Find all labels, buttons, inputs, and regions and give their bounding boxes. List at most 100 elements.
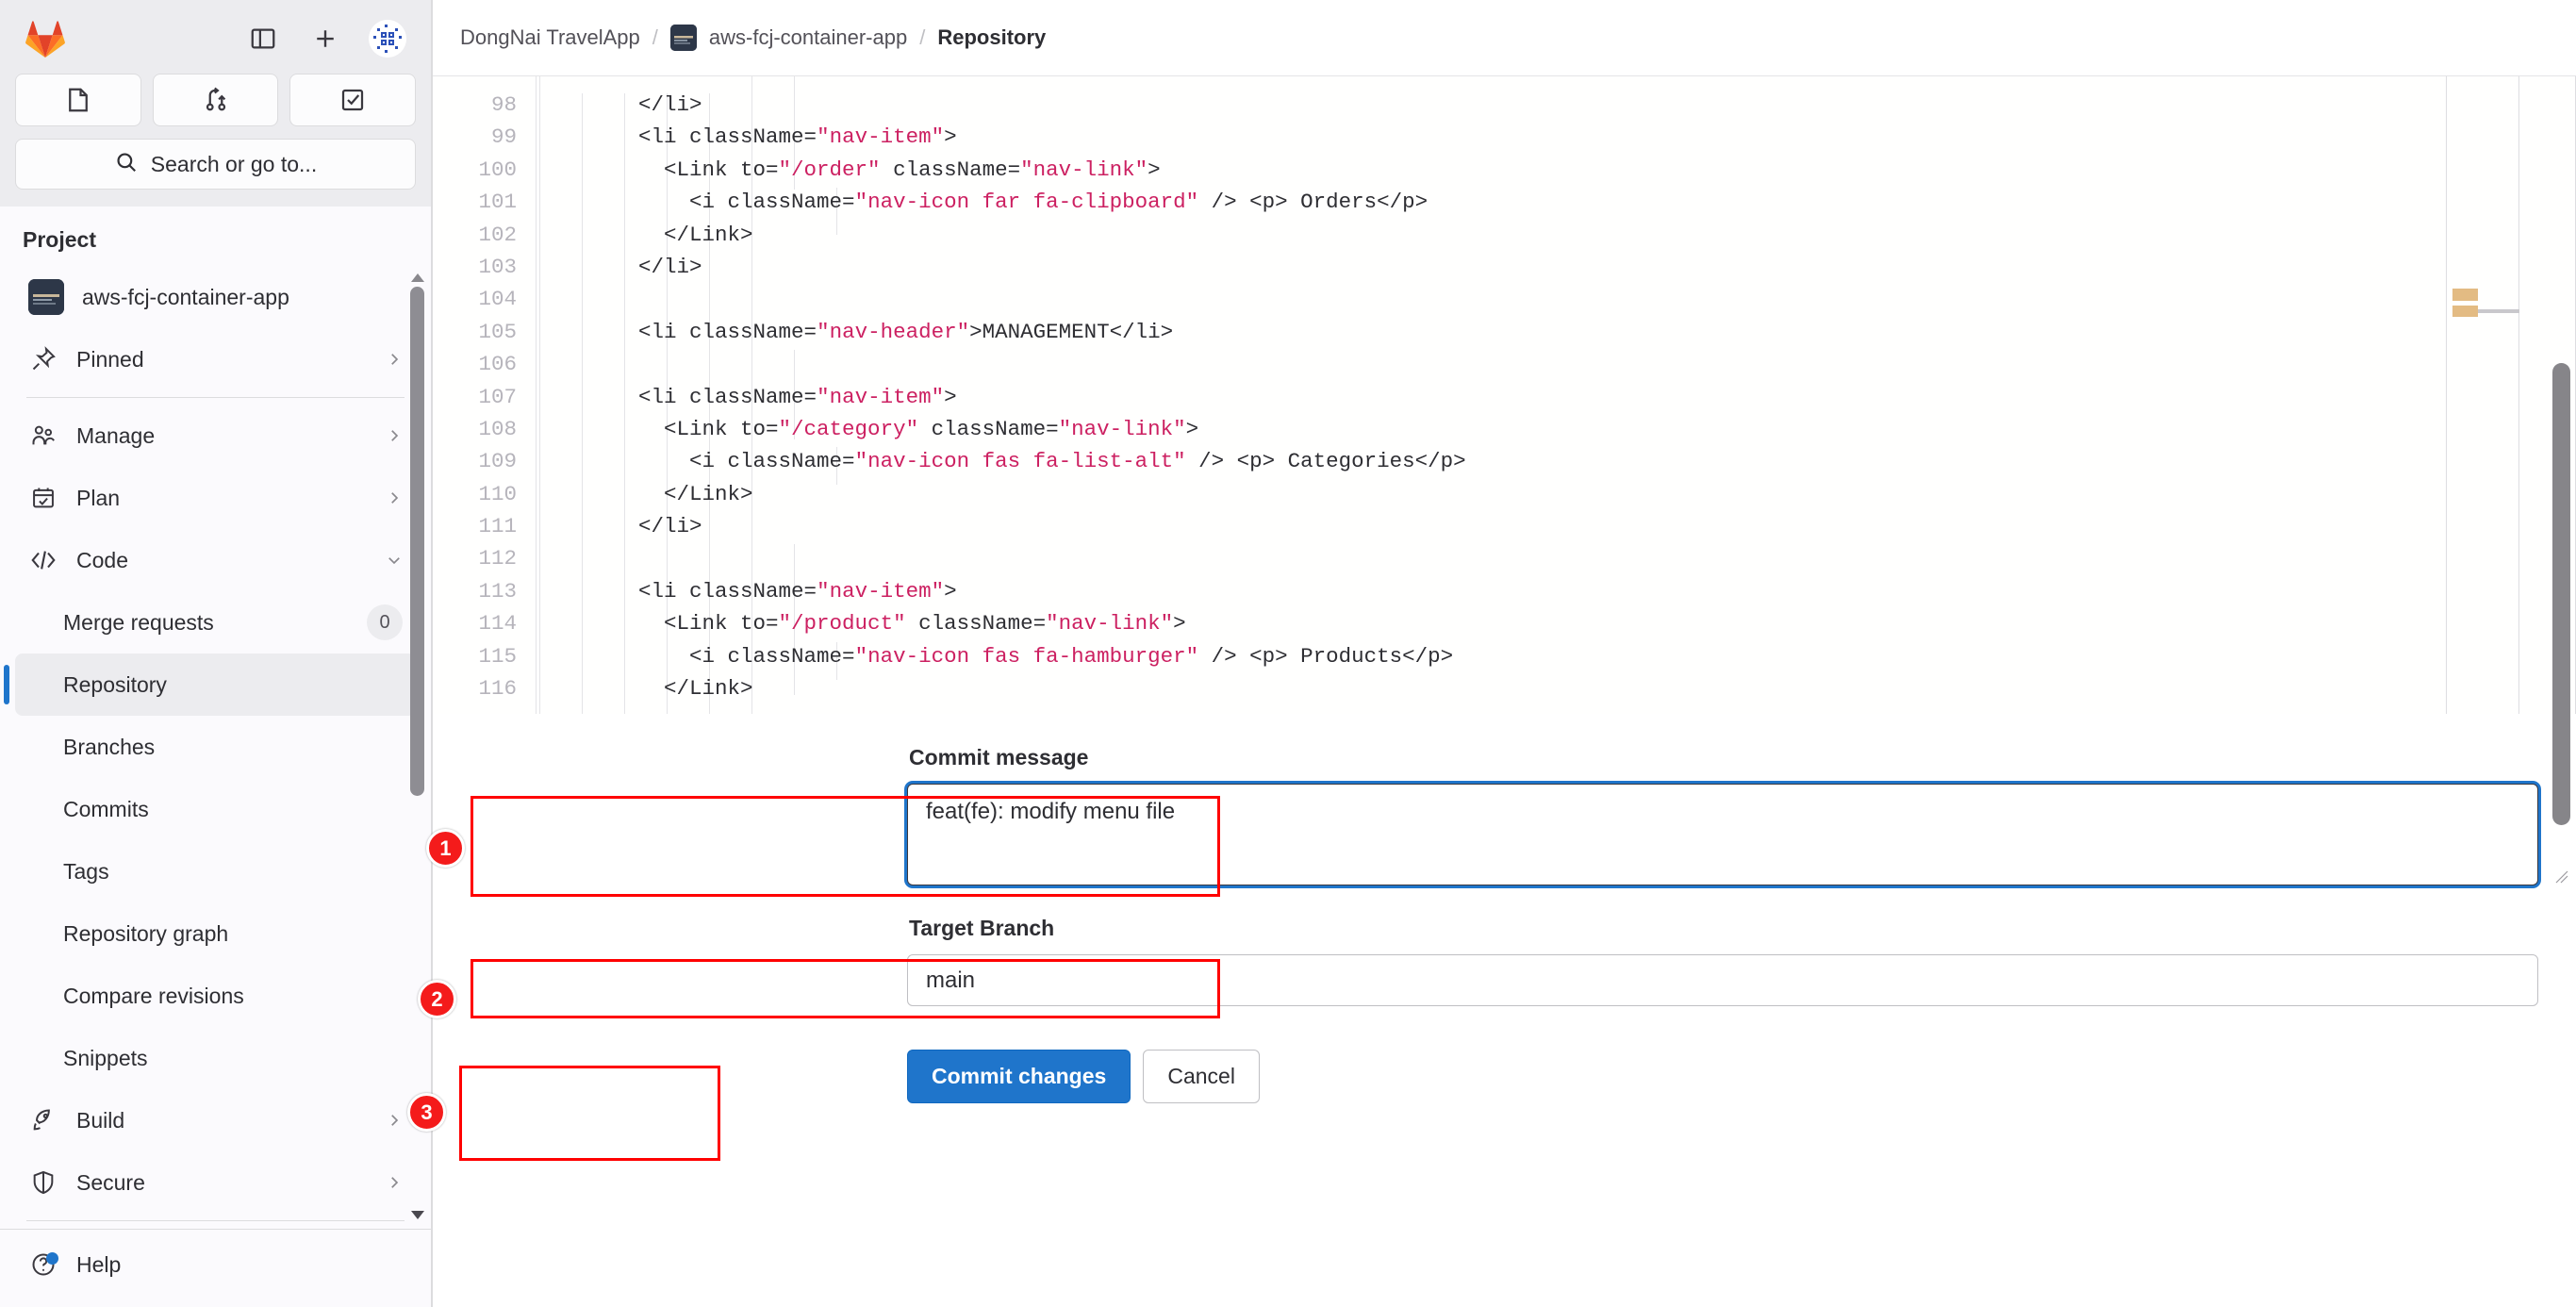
sidebar-item-label: Branches <box>63 734 156 759</box>
calendar-check-icon <box>28 483 58 513</box>
search-input[interactable]: Search or go to... <box>15 139 416 190</box>
issues-icon[interactable] <box>15 74 141 126</box>
sidebar-item-manage[interactable]: Manage <box>15 405 416 467</box>
project-avatar <box>28 279 64 315</box>
sidebar-item-label: Snippets <box>63 1045 148 1070</box>
chevron-right-icon <box>382 1174 403 1191</box>
sidebar-item-pinned[interactable]: Pinned <box>15 328 416 390</box>
line-number: 115 <box>478 643 517 669</box>
sidebar-header-row <box>15 11 416 66</box>
chevron-right-icon <box>382 1112 403 1129</box>
commit-message-textarea[interactable] <box>907 784 2538 885</box>
sidebar-quick-actions <box>15 74 417 126</box>
sidebar-item-snippets[interactable]: Snippets <box>15 1027 416 1089</box>
sidebar-item-label: Build <box>76 1107 125 1133</box>
users-icon <box>28 421 58 451</box>
chevron-right-icon <box>382 489 403 506</box>
sidebar-item-build[interactable]: Build <box>15 1089 416 1151</box>
gitlab-app-window: Search or go to... Project aws-fcj-conta… <box>0 0 2576 1307</box>
code-line: <li className="nav-item"> <box>537 384 957 409</box>
main-content: DongNai TravelApp / aws-fcj-container-ap… <box>433 0 2576 1307</box>
sidebar-item-compare-revisions[interactable]: Compare revisions <box>15 965 416 1027</box>
sidebar-divider <box>26 397 405 398</box>
sidebar-item-deploy[interactable]: Deploy <box>15 1228 416 1229</box>
form-actions: Commit changes Cancel <box>433 1050 2576 1103</box>
code-line: </li> <box>537 92 702 117</box>
breadcrumb-separator: / <box>919 25 926 49</box>
breadcrumb-project-avatar <box>669 25 697 51</box>
cancel-button[interactable]: Cancel <box>1143 1050 1260 1103</box>
sidebar-top-icons <box>244 20 416 58</box>
line-number: 116 <box>478 676 517 702</box>
editor-code-content[interactable]: </li> <li className="nav-item"> <Link to… <box>537 76 2576 714</box>
commit-changes-button[interactable]: Commit changes <box>907 1050 1131 1103</box>
sidebar-item-label: Merge requests <box>63 609 214 635</box>
sidebar-item-merge-requests[interactable]: Merge requests 0 <box>15 591 416 654</box>
sidebar-item-label: Commits <box>63 796 149 821</box>
breadcrumb-project[interactable]: aws-fcj-container-app <box>709 25 907 50</box>
target-branch-input[interactable] <box>907 954 2538 1006</box>
commit-form: Commit message Target Branch Commit chan… <box>433 745 2576 1307</box>
sidebar-item-help[interactable]: Help <box>15 1237 416 1292</box>
code-line: </li> <box>537 514 702 539</box>
plus-icon[interactable] <box>306 20 344 58</box>
line-number: 99 <box>490 124 517 150</box>
scroll-down-arrow-icon[interactable] <box>411 1211 424 1219</box>
line-number: 101 <box>478 190 517 215</box>
line-number: 107 <box>478 384 517 409</box>
sidebar-scrollbar[interactable] <box>410 266 425 1229</box>
sidebar-item-label: Manage <box>76 422 156 448</box>
sidebar-item-branches[interactable]: Branches <box>15 716 416 778</box>
sidebar-item-label: Plan <box>76 485 121 510</box>
shield-icon <box>28 1167 58 1198</box>
sidebar-item-commits[interactable]: Commits <box>15 778 416 840</box>
sidebar-item-tags[interactable]: Tags <box>15 840 416 902</box>
sidebar-item-plan[interactable]: Plan <box>15 467 416 529</box>
pin-icon <box>28 344 58 374</box>
code-line: </Link> <box>537 481 753 506</box>
sidebar-scrollbar-thumb[interactable] <box>410 287 424 796</box>
code-line: </Link> <box>537 222 753 247</box>
textarea-resize-handle[interactable] <box>2555 870 2568 884</box>
line-number: 106 <box>478 352 517 377</box>
line-number: 103 <box>478 254 517 279</box>
sidebar-item-secure[interactable]: Secure <box>15 1151 416 1214</box>
code-line: <Link to="/order" className="nav-link"> <box>537 157 1161 182</box>
sidebar-item-label: Pinned <box>76 346 144 372</box>
help-notification-dot <box>46 1251 58 1265</box>
minimap-marker <box>2452 289 2478 301</box>
sidebar-item-project[interactable]: aws-fcj-container-app <box>15 266 416 328</box>
merge-requests-icon[interactable] <box>152 74 279 126</box>
target-branch-label: Target Branch <box>909 916 1055 940</box>
minimap-marker <box>2452 306 2478 317</box>
annotation-badge-1: 1 <box>426 829 465 868</box>
breadcrumb-group[interactable]: DongNai TravelApp <box>460 25 640 50</box>
gitlab-logo-icon[interactable] <box>25 19 66 58</box>
sidebar-item-repository-graph[interactable]: Repository graph <box>15 902 416 965</box>
chevron-down-icon <box>382 552 403 569</box>
sidebar-item-label: Code <box>76 547 128 572</box>
code-line: <li className="nav-item"> <box>537 124 957 150</box>
breadcrumb: DongNai TravelApp / aws-fcj-container-ap… <box>433 0 2576 75</box>
merge-requests-count-badge: 0 <box>367 604 403 640</box>
code-line: </Link> <box>537 676 753 702</box>
toggle-sidebar-icon[interactable] <box>244 20 282 58</box>
user-avatar[interactable] <box>369 20 406 58</box>
line-number: 112 <box>478 546 517 571</box>
editor-minimap[interactable] <box>2446 76 2519 714</box>
sidebar-nav-list: aws-fcj-container-app Pinned Manage Plan… <box>0 266 431 1229</box>
line-number: 113 <box>478 578 517 604</box>
scroll-up-arrow-icon[interactable] <box>411 273 424 282</box>
sidebar-item-code[interactable]: Code <box>15 529 416 591</box>
breadcrumb-separator: / <box>652 25 658 49</box>
sidebar-item-label: aws-fcj-container-app <box>82 284 289 309</box>
sidebar-item-repository[interactable]: Repository <box>4 654 416 716</box>
code-line: <Link to="/category" className="nav-link… <box>537 416 1199 441</box>
left-sidebar: Search or go to... Project aws-fcj-conta… <box>0 0 433 1307</box>
search-icon <box>114 150 139 179</box>
line-number: 108 <box>478 416 517 441</box>
file-code-editor[interactable]: 98 99 100 101 102 103 104 105 106 107 108 109 110 111… <box>433 75 2576 714</box>
todos-icon[interactable] <box>289 74 417 126</box>
